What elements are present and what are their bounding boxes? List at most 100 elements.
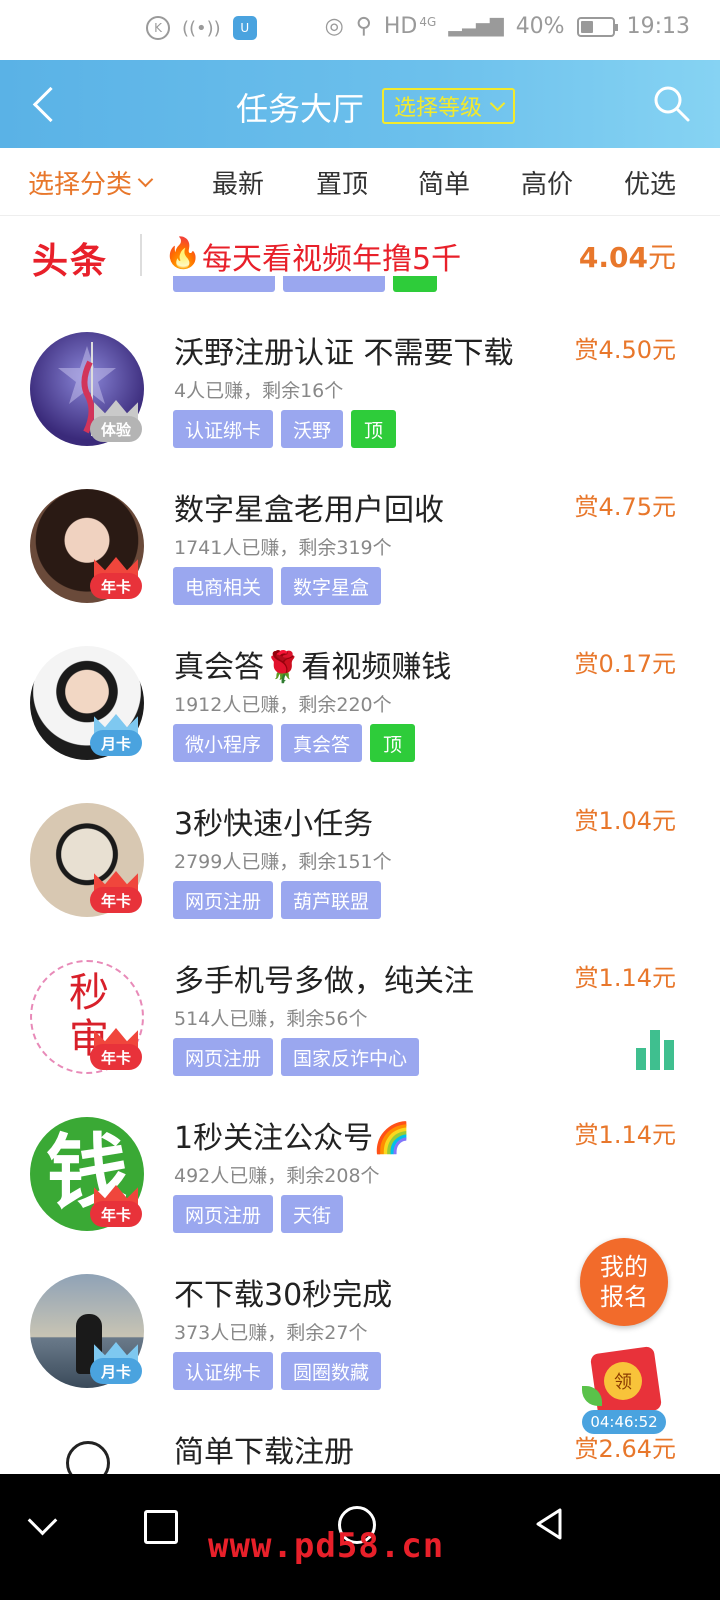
badge-label: 年卡 (90, 1044, 142, 1070)
ticker-amount: 4.04元 (579, 236, 676, 276)
task-title: 沃野注册认证 不需要下载 (174, 336, 514, 371)
member-badge: 年卡 (90, 1028, 142, 1070)
tag: 天街 (281, 1195, 344, 1233)
network-label: HD (383, 14, 418, 39)
task-item[interactable]: 体验 沃野注册认证 不需要下载 赏4.50元 4人已赚，剩余16个 认证绑卡 沃… (0, 296, 720, 453)
task-reward: 赏4.75元 (574, 493, 676, 521)
tag: 网页注册 (173, 1038, 274, 1076)
fire-icon: 🔥 (164, 236, 202, 271)
ticker-text: 每天看视频年撸5千 (202, 242, 462, 277)
task-stats: 373人已赚，剩余27个 (174, 1322, 368, 1344)
pin-tag: 顶 (351, 410, 397, 448)
tag-row: 微小程序 真会答 顶 (173, 724, 416, 762)
task-stats: 1912人已赚，剩余220个 (174, 694, 392, 716)
nav-collapse-button[interactable] (24, 1504, 64, 1544)
badge-label: 年卡 (90, 887, 142, 913)
task-reward: 赏4.50元 (574, 336, 676, 364)
task-item[interactable]: 秒审 年卡 多手机号多做，纯关注 赏1.14元 514人已赚，剩余56个 网页注… (0, 924, 720, 1081)
select-level-button[interactable]: 选择等级 (382, 88, 516, 124)
k-circle-icon: K (146, 16, 170, 40)
bar-chart-icon (636, 1048, 646, 1070)
tag: 国家反诈中心 (281, 1038, 420, 1076)
nfc-signal-icon: ((•)) (182, 17, 221, 39)
search-icon (654, 86, 690, 122)
select-category-dropdown[interactable]: 选择分类 (28, 164, 154, 201)
header: 任务大厅 选择等级 (0, 60, 720, 148)
redpack-claim-label: 领 (604, 1362, 642, 1400)
location-icon: ⚲ (355, 14, 372, 39)
tag-row: 网页注册 葫芦联盟 (173, 881, 382, 919)
my-signup-line1: 我的 (600, 1253, 648, 1281)
nav-recents-button[interactable] (138, 1504, 178, 1544)
task-reward: 赏0.17元 (574, 650, 676, 678)
battery-icon (576, 16, 618, 37)
search-button[interactable] (650, 82, 694, 126)
select-category-label: 选择分类 (28, 170, 133, 200)
task-stats: 1741人已赚，剩余319个 (174, 537, 392, 559)
tag-row: 网页注册 天街 (173, 1195, 344, 1233)
nav-back-button[interactable] (530, 1504, 570, 1544)
task-item[interactable]: 月卡 真会答🌹看视频赚钱 赏0.17元 1912人已赚，剩余220个 微小程序 … (0, 610, 720, 767)
tag: 认证绑卡 (173, 410, 274, 448)
tag-peek (283, 276, 385, 292)
member-badge: 年卡 (90, 871, 142, 913)
tab-high-price[interactable]: 高价 (521, 164, 573, 201)
member-badge: 年卡 (90, 557, 142, 599)
badge-label: 体验 (90, 416, 142, 442)
tag: 网页注册 (173, 1195, 274, 1233)
task-stats: 514人已赚，剩余56个 (174, 1008, 368, 1030)
net-type-label: 4G (419, 14, 437, 29)
page-title: 任务大厅 (236, 90, 365, 128)
back-button[interactable] (28, 82, 68, 126)
badge-label: 年卡 (90, 573, 142, 599)
tag: 电商相关 (173, 567, 274, 605)
divider (140, 234, 142, 276)
stats-chart-button[interactable] (636, 1030, 678, 1070)
task-item[interactable]: 年卡 3秒快速小任务 赏1.04元 2799人已赚，剩余151个 网页注册 葫芦… (0, 767, 720, 924)
tab-pinned[interactable]: 置顶 (316, 164, 368, 201)
tag-row: 认证绑卡 圆圈数藏 (173, 1352, 382, 1390)
tag-row: 认证绑卡 沃野 顶 (173, 410, 397, 448)
tag-row: 电商相关 数字星盒 (173, 567, 382, 605)
task-stats: 4人已赚，剩余16个 (174, 380, 344, 402)
shield-app-icon: U (232, 16, 257, 40)
previous-row-peek (0, 276, 720, 296)
member-badge: 月卡 (90, 714, 142, 756)
task-item[interactable]: 钱 年卡 1秒关注公众号🌈 赏1.14元 492人已赚，剩余208个 网页注册 … (0, 1081, 720, 1238)
badge-label: 年卡 (90, 1201, 142, 1227)
pin-tag-peek (393, 276, 437, 292)
member-badge: 年卡 (90, 1185, 142, 1227)
task-title: 简单下载注册 (174, 1435, 354, 1470)
tag: 微小程序 (173, 724, 274, 762)
badge-label: 月卡 (90, 730, 142, 756)
member-badge: 体验 (90, 400, 142, 442)
countdown-timer: 04:46:52 (582, 1410, 666, 1434)
back-triangle-icon (536, 1508, 562, 1540)
my-signup-line2: 报名 (600, 1283, 648, 1311)
task-reward: 赏1.04元 (574, 807, 676, 835)
task-title: 真会答🌹看视频赚钱 (174, 650, 452, 685)
chevron-down-icon (489, 95, 506, 111)
tab-simple[interactable]: 简单 (418, 164, 470, 201)
tag: 网页注册 (173, 881, 274, 919)
ticker-amount-value: 4.04 (578, 241, 648, 274)
task-title: 1秒关注公众号🌈 (174, 1121, 411, 1156)
battery-fill (580, 20, 594, 33)
task-title: 不下载30秒完成 (174, 1278, 393, 1313)
tag: 葫芦联盟 (281, 881, 382, 919)
my-signup-button[interactable]: 我的 报名 (580, 1238, 668, 1326)
task-item[interactable]: 年卡 数字星盒老用户回收 赏4.75元 1741人已赚，剩余319个 电商相关 … (0, 453, 720, 610)
task-reward: 赏1.14元 (574, 964, 676, 992)
chevron-down-icon (137, 171, 154, 188)
category-bar: 选择分类 最新 置顶 简单 高价 优选 (0, 148, 720, 216)
task-title: 多手机号多做，纯关注 (174, 964, 474, 999)
ticker-currency: 元 (647, 241, 676, 274)
tag: 真会答 (281, 724, 363, 762)
tab-latest[interactable]: 最新 (212, 164, 264, 201)
status-right-icons: ◎ ⚲ HD 4G ▂▃▅▇ 40% 19:13 (325, 14, 690, 39)
red-packet-button[interactable]: 领 04:46:52 (582, 1345, 672, 1436)
clock: 19:13 (626, 14, 690, 39)
task-title: 数字星盒老用户回收 (174, 493, 444, 528)
tab-preferred[interactable]: 优选 (624, 164, 676, 201)
hotspot-icon: ◎ (324, 14, 344, 39)
